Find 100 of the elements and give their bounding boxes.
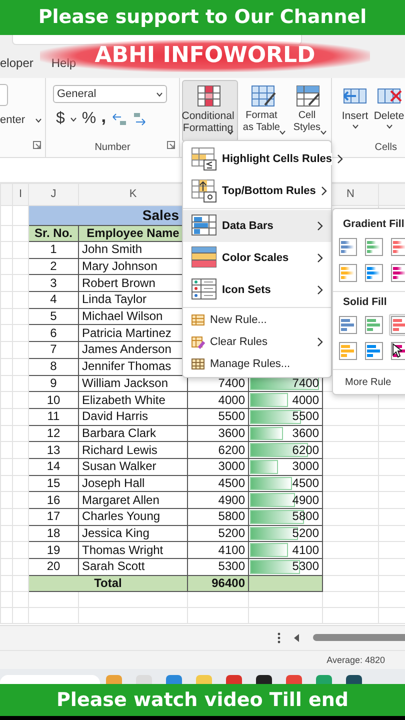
table-cell: 20 bbox=[28, 558, 78, 576]
table-cell: 5300 bbox=[188, 558, 248, 576]
ribbon-button[interactable]: Conditional Formatting bbox=[182, 80, 238, 142]
table-cell: 15 bbox=[28, 475, 78, 492]
table-cell: 6 bbox=[28, 324, 78, 342]
table-cell: 11 bbox=[28, 408, 78, 426]
table-cell: 6200 bbox=[292, 442, 319, 457]
menu-item[interactable]: Top/Bottom Rules bbox=[183, 175, 331, 207]
top-bottom-icon bbox=[191, 179, 217, 203]
caret-icon bbox=[320, 130, 327, 135]
ribbon-tab[interactable]: Help bbox=[51, 56, 76, 70]
more-rules-link[interactable]: More Rule bbox=[333, 371, 405, 390]
table-cell: 5300 bbox=[292, 559, 319, 574]
table-brush-icon bbox=[250, 85, 277, 107]
group-label: Number bbox=[94, 142, 132, 153]
total-value: 96400 bbox=[188, 575, 248, 592]
table-cell: Elizabeth White bbox=[78, 392, 188, 408]
table-cell: 5200 bbox=[292, 526, 319, 540]
increase-decimal-icon bbox=[111, 111, 128, 127]
data-bars-icon bbox=[191, 214, 217, 238]
table-cell: 4500 bbox=[188, 475, 248, 492]
table-cell: 14 bbox=[28, 458, 78, 476]
caret-icon bbox=[35, 118, 42, 122]
conditional-formatting-icon bbox=[197, 85, 223, 107]
data-bar-swatch-icon bbox=[339, 316, 357, 334]
ribbon-tab[interactable]: eloper bbox=[0, 56, 34, 70]
column-header[interactable]: J bbox=[50, 188, 56, 200]
scroll-left-icon bbox=[294, 634, 300, 642]
menu-item[interactable]: New Rule... bbox=[183, 309, 331, 331]
table-cell: 5 bbox=[28, 308, 78, 325]
menu-item[interactable]: Manage Rules... bbox=[183, 353, 331, 375]
column-header[interactable]: K bbox=[129, 188, 137, 200]
cell-brush-icon bbox=[296, 85, 322, 107]
table-cell: 4500 bbox=[292, 476, 319, 490]
data-bar-swatch-icon bbox=[365, 316, 383, 334]
bottom-banner: Please watch video Till end bbox=[0, 684, 405, 716]
caret-icon bbox=[70, 116, 77, 122]
data-bar-swatch-icon bbox=[339, 264, 357, 282]
more-icon bbox=[277, 632, 281, 644]
table-cell: 16 bbox=[28, 492, 78, 508]
table-cell: Susan Walker bbox=[78, 458, 188, 476]
table-cell: 13 bbox=[28, 442, 78, 458]
merge-center-button[interactable]: enter bbox=[0, 114, 42, 126]
app-icon[interactable] bbox=[346, 674, 362, 685]
menu-item[interactable]: Icon Sets bbox=[183, 274, 331, 306]
table-cell: 10 bbox=[28, 392, 78, 408]
table-cell: 9 bbox=[28, 375, 78, 392]
table-cell: 7 bbox=[28, 342, 78, 358]
data-bar-swatch-icon bbox=[391, 316, 405, 334]
section-title: Solid Fill bbox=[342, 295, 388, 310]
table-cell: Margaret Allen bbox=[78, 492, 188, 508]
color-scales-icon bbox=[191, 246, 217, 270]
table-cell: Joseph Hall bbox=[78, 475, 188, 492]
table-cell: 4900 bbox=[292, 492, 319, 507]
pointer-icon bbox=[392, 343, 402, 358]
dialog-launcher-icon bbox=[33, 141, 41, 149]
table-cell: 3600 bbox=[292, 426, 319, 440]
data-bar-swatch-icon bbox=[365, 342, 383, 360]
table-cell: Thomas Wright bbox=[78, 542, 188, 559]
scrollbar-thumb[interactable] bbox=[313, 634, 405, 642]
table-cell: Charles Young bbox=[78, 508, 188, 526]
table-cell: 7400 bbox=[292, 376, 319, 390]
ribbon-button[interactable]: Insert bbox=[340, 80, 370, 142]
table-cell: 3 bbox=[28, 274, 78, 292]
table-cell: Sarah Scott bbox=[78, 558, 188, 576]
table-cell: 4100 bbox=[292, 542, 319, 557]
column-header[interactable]: N bbox=[346, 188, 354, 200]
table-cell: 5500 bbox=[292, 409, 319, 424]
table-cell: 19 bbox=[28, 542, 78, 559]
ribbon-button[interactable]: Format as Table bbox=[240, 80, 288, 142]
menu-item[interactable]: Clear Rules bbox=[183, 331, 331, 353]
table-cell: 17 bbox=[28, 508, 78, 526]
number-format-dropdown[interactable]: General bbox=[53, 85, 167, 103]
menu-item[interactable]: Color Scales bbox=[183, 242, 331, 274]
column-header[interactable]: I bbox=[18, 188, 22, 200]
table-cell: David Harris bbox=[78, 408, 188, 426]
number-style-button[interactable]: % bbox=[82, 110, 96, 128]
top-banner: Please support to Our Channel bbox=[0, 0, 405, 35]
caret-icon bbox=[352, 124, 358, 129]
ribbon-button[interactable]: Cell Styles bbox=[290, 80, 329, 142]
menu-item[interactable]: Data Bars bbox=[183, 210, 331, 242]
section-title: Gradient Fill bbox=[342, 217, 405, 232]
table-cell: Richard Lewis bbox=[78, 442, 188, 458]
table-cell: 5500 bbox=[188, 408, 248, 426]
number-style-button[interactable]: $ bbox=[56, 110, 65, 128]
data-bar-swatch-icon bbox=[365, 264, 383, 282]
app-icon[interactable] bbox=[256, 674, 272, 685]
ribbon-button[interactable]: Delete bbox=[374, 80, 404, 142]
table-cell: Barbara Clark bbox=[78, 425, 188, 442]
new-rule-icon bbox=[191, 314, 205, 326]
table-cell: 4100 bbox=[188, 542, 248, 559]
caret-icon bbox=[278, 130, 286, 135]
status-average: Average: 4820 bbox=[326, 654, 385, 665]
eraser-icon bbox=[191, 336, 205, 348]
number-style-button[interactable]: , bbox=[101, 106, 106, 126]
table-cell: 18 bbox=[28, 525, 78, 542]
group-label: Cells bbox=[374, 142, 397, 153]
table-cell: 4900 bbox=[188, 492, 248, 508]
table-cell: 2 bbox=[28, 258, 78, 275]
total-label: Total bbox=[28, 575, 188, 592]
